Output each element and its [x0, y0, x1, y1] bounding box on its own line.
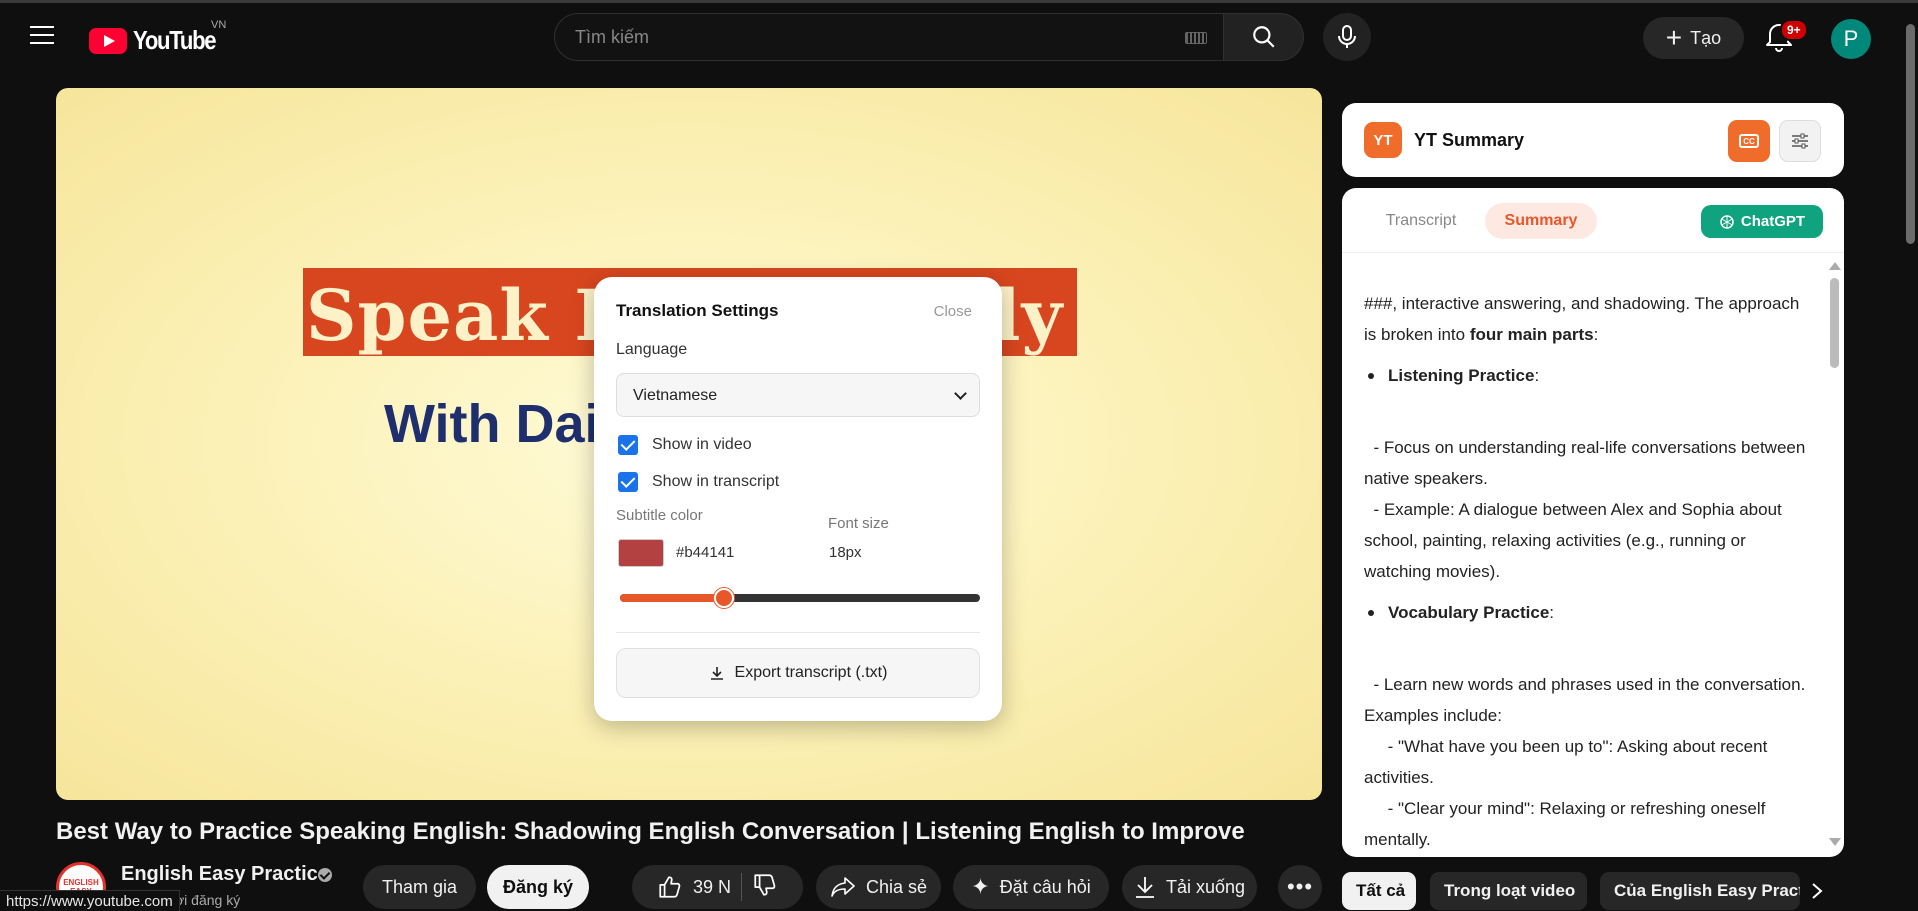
- sliders-icon: [1792, 133, 1808, 149]
- join-button[interactable]: Tham gia: [363, 865, 476, 909]
- thumbs-up-icon: [659, 876, 681, 898]
- slider-thumb[interactable]: [714, 588, 735, 608]
- show-in-video-checkbox[interactable]: [618, 435, 638, 455]
- chip-channel[interactable]: Của English Easy Practice: [1600, 872, 1800, 910]
- video-title: Best Way to Practice Speaking English: S…: [56, 818, 1245, 845]
- like-button[interactable]: 39 N: [657, 874, 731, 900]
- summary-line: - Learn new words and phrases used in th…: [1364, 675, 1806, 725]
- translation-settings-popup: Translation Settings Close Language Viet…: [594, 277, 1002, 721]
- window-top-border: [0, 0, 1918, 3]
- chips-next-button[interactable]: [1797, 872, 1837, 910]
- yt-summary-title: YT Summary: [1414, 130, 1525, 150]
- voice-search-button[interactable]: [1323, 13, 1371, 61]
- search-input[interactable]: [575, 26, 1135, 48]
- summary-line: - "Clear your mind": Relaxing or refresh…: [1364, 799, 1766, 849]
- show-in-transcript-label: Show in transcript: [652, 473, 780, 490]
- subtitle-color-swatch[interactable]: [618, 539, 664, 567]
- chip-series[interactable]: Trong loạt video: [1430, 872, 1587, 910]
- list-item: Listening Practice:: [1364, 360, 1814, 391]
- scroll-down-arrow[interactable]: [1829, 838, 1841, 846]
- status-bar-url: https://www.youtube.com: [0, 890, 180, 911]
- share-label: Chia sẻ: [865, 876, 928, 897]
- chatgpt-label: ChatGPT: [1740, 213, 1806, 230]
- search-button[interactable]: [1224, 13, 1304, 61]
- font-size-label: Font size: [828, 515, 889, 532]
- tab-summary[interactable]: Summary: [1485, 203, 1597, 239]
- youtube-logo[interactable]: YouTube: [89, 25, 230, 56]
- list-item: Vocabulary Practice:: [1364, 597, 1814, 628]
- popup-close-button[interactable]: Close: [934, 303, 972, 320]
- subtitles-button[interactable]: CC: [1728, 120, 1770, 162]
- popup-title: Translation Settings: [616, 301, 779, 320]
- cc-icon: CC: [1739, 134, 1759, 148]
- keyboard-icon[interactable]: [1185, 32, 1207, 44]
- export-label: Export transcript (.txt): [734, 664, 888, 681]
- share-button[interactable]: Chia sẻ: [816, 865, 941, 909]
- ask-label: Đặt câu hỏi: [999, 876, 1091, 897]
- account-avatar[interactable]: P: [1831, 19, 1871, 59]
- font-size-slider[interactable]: [620, 588, 980, 608]
- youtube-play-icon: [89, 27, 127, 54]
- tab-transcript[interactable]: Transcript: [1366, 203, 1476, 239]
- slider-fill: [620, 594, 725, 602]
- yt-summary-header: YT YT Summary CC: [1342, 103, 1844, 177]
- like-dislike-group: 39 N: [632, 865, 803, 909]
- show-in-video-row: Show in video: [618, 435, 752, 455]
- panel-divider: [1342, 252, 1844, 253]
- logo-text: YouTube: [133, 25, 217, 55]
- download-icon: [1135, 877, 1154, 898]
- more-horizontal-icon: •••: [1286, 874, 1314, 899]
- dislike-button[interactable]: [752, 872, 778, 903]
- download-icon: [710, 667, 723, 680]
- create-label: Tạo: [1690, 27, 1722, 48]
- more-actions-button[interactable]: •••: [1278, 865, 1322, 909]
- ask-button[interactable]: ✦ Đặt câu hỏi: [953, 865, 1109, 909]
- subtitle-color-value: #b44141: [676, 544, 735, 561]
- settings-button[interactable]: [1779, 120, 1821, 162]
- share-icon: [831, 877, 855, 897]
- summary-line: - "What have you been up to": Asking abo…: [1364, 737, 1768, 787]
- sparkle-icon: ✦: [971, 874, 990, 899]
- scroll-up-arrow[interactable]: [1829, 262, 1841, 270]
- subscriber-count: ời đăng ký: [175, 892, 241, 908]
- thumbs-down-icon: [754, 873, 776, 896]
- font-size-value: 18px: [829, 544, 862, 561]
- like-count: 39 N: [692, 876, 732, 897]
- microphone-icon: [1338, 25, 1356, 48]
- export-transcript-button[interactable]: Export transcript (.txt): [616, 648, 980, 698]
- yt-summary-logo: YT: [1364, 122, 1402, 158]
- summary-content: ###, interactive answering, and shadowin…: [1364, 288, 1814, 855]
- download-label: Tải xuống: [1165, 876, 1246, 897]
- download-button[interactable]: Tải xuống: [1122, 865, 1257, 909]
- channel-name[interactable]: English Easy Practice: [121, 863, 329, 886]
- summary-line: - Example: A dialogue between Alex and S…: [1364, 500, 1782, 581]
- like-divider: [741, 873, 743, 901]
- show-in-transcript-checkbox[interactable]: [618, 472, 638, 492]
- notification-badge: 9+: [1780, 19, 1808, 41]
- language-select[interactable]: Vietnamese: [616, 373, 980, 417]
- subtitle-color-label: Subtitle color: [616, 507, 703, 524]
- plus-icon: +: [1665, 22, 1683, 53]
- search-icon: [1252, 26, 1275, 48]
- chevron-right-icon: [1812, 883, 1823, 899]
- language-label: Language: [616, 341, 688, 358]
- chip-all[interactable]: Tất cả: [1342, 872, 1416, 910]
- show-in-video-label: Show in video: [652, 436, 752, 453]
- summary-intro: ###, interactive answering, and shadowin…: [1364, 294, 1800, 344]
- subscribe-button[interactable]: Đăng ký: [487, 865, 589, 909]
- summary-panel: Transcript Summary ChatGPT ###, interact…: [1342, 188, 1844, 857]
- summary-scrollbar-thumb[interactable]: [1830, 278, 1839, 368]
- chatgpt-button[interactable]: ChatGPT: [1701, 205, 1823, 238]
- country-code: VN: [211, 19, 227, 31]
- openai-icon: [1720, 214, 1734, 229]
- create-button[interactable]: + Tạo: [1643, 17, 1744, 59]
- show-in-transcript-row: Show in transcript: [618, 472, 779, 492]
- popup-divider: [616, 632, 980, 633]
- page-scrollbar-thumb[interactable]: [1906, 24, 1915, 244]
- menu-icon[interactable]: [30, 26, 54, 46]
- thumbnail-text-line2: With Dai: [384, 394, 600, 454]
- search-box: [554, 13, 1224, 61]
- verified-icon: [318, 868, 332, 882]
- summary-line: - Focus on understanding real-life conve…: [1364, 438, 1806, 488]
